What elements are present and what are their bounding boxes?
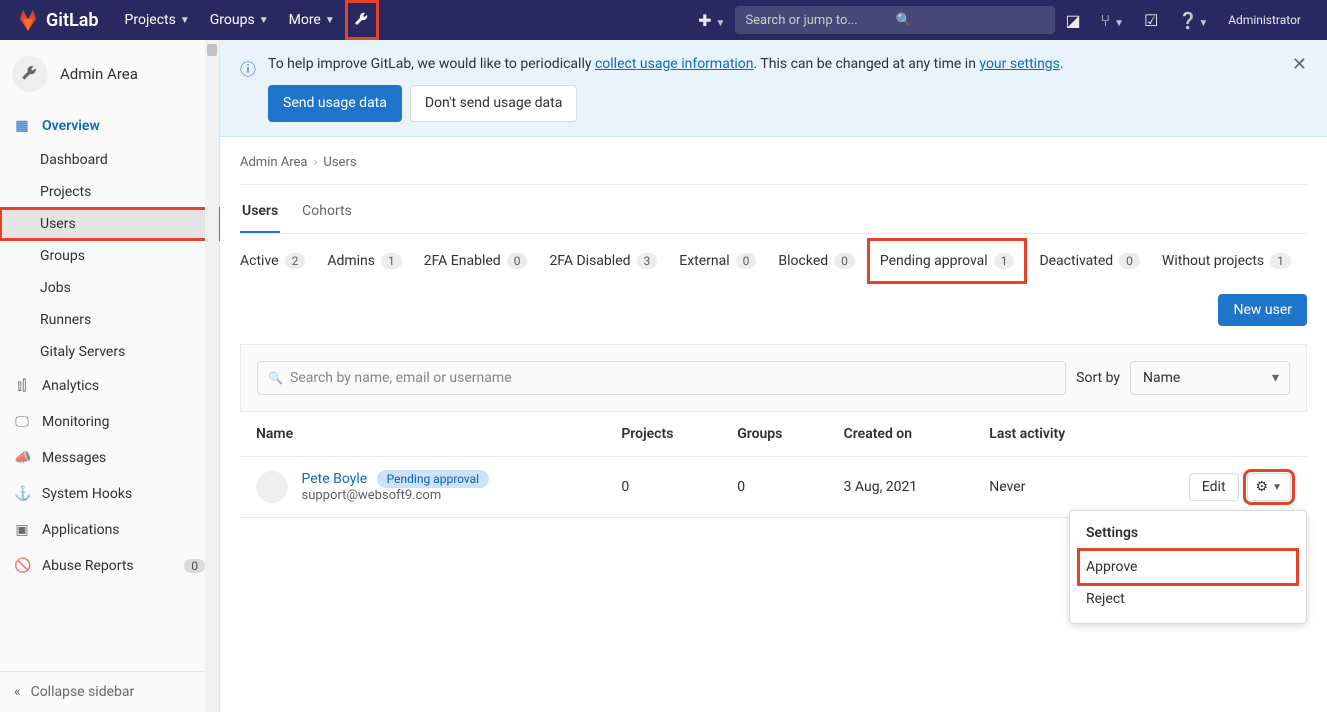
- abuse-icon: 🚫: [14, 558, 30, 574]
- collapse-sidebar[interactable]: «Collapse sidebar: [0, 671, 219, 712]
- gear-icon: ⚙: [1256, 479, 1269, 495]
- crumb-admin[interactable]: Admin Area: [240, 155, 308, 170]
- filter-without-projects[interactable]: Without projects1: [1162, 253, 1291, 269]
- col-projects: Projects: [605, 412, 721, 457]
- monitor-icon: 🖵: [14, 414, 30, 430]
- filter-admins[interactable]: Admins1: [327, 253, 401, 269]
- filter-deactivated[interactable]: Deactivated0: [1039, 253, 1139, 269]
- hook-icon: ⚓: [14, 486, 30, 502]
- nav-projects[interactable]: Projects▼: [115, 0, 200, 40]
- breadcrumb: Admin Area›Users: [240, 149, 1307, 185]
- tab-cohorts[interactable]: Cohorts: [300, 191, 354, 233]
- close-banner-icon[interactable]: ✕: [1292, 54, 1307, 75]
- nav-groups[interactable]: Groups▼: [200, 0, 279, 40]
- chevron-down-icon: ▼: [259, 15, 269, 26]
- cell-created: 3 Aug, 2021: [828, 457, 974, 518]
- sidebar-dashboard[interactable]: Dashboard: [0, 144, 219, 176]
- issues-icon[interactable]: ◪: [1055, 11, 1090, 30]
- sidebar-runners[interactable]: Runners: [0, 304, 219, 336]
- filter-2fa-enabled[interactable]: 2FA Enabled0: [424, 253, 528, 269]
- cell-last: Never: [973, 457, 1122, 518]
- sidebar-overview[interactable]: ▦Overview: [0, 108, 219, 144]
- sidebar-hooks[interactable]: ⚓System Hooks: [0, 476, 219, 512]
- filter-2fa-disabled[interactable]: 2FA Disabled3: [549, 253, 657, 269]
- chevron-down-icon: ▼: [1272, 482, 1282, 493]
- sort-label: Sort by: [1076, 370, 1120, 386]
- sidebar-title: Admin Area: [60, 65, 138, 83]
- sidebar-gitaly[interactable]: Gitaly Servers: [0, 336, 219, 368]
- pending-badge: Pending approval: [377, 470, 489, 488]
- sidebar-monitoring[interactable]: 🖵Monitoring: [0, 404, 219, 440]
- brand-label: GitLab: [46, 10, 99, 31]
- plus-icon[interactable]: ✚ ▼: [688, 11, 735, 30]
- col-name: Name: [240, 412, 605, 457]
- search-icon: 🔍: [895, 13, 1045, 28]
- user-name-link[interactable]: Pete Boyle: [301, 471, 367, 487]
- sidebar-jobs[interactable]: Jobs: [0, 272, 219, 304]
- apps-icon: ▣: [14, 522, 30, 538]
- gitlab-logo[interactable]: GitLab: [16, 8, 99, 32]
- chevron-down-icon: ▼: [325, 15, 335, 26]
- your-settings-link[interactable]: your settings: [979, 56, 1059, 72]
- merge-icon[interactable]: ⑂ ▼: [1091, 11, 1134, 30]
- admin-area-icon: [12, 56, 48, 92]
- user-settings-gear[interactable]: ⚙▼: [1247, 473, 1291, 501]
- user-search-input[interactable]: Search by name, email or username: [257, 361, 1066, 395]
- table-row: Pete Boyle Pending approval support@webs…: [240, 457, 1307, 518]
- settings-dropdown: Settings Approve Reject: [1069, 510, 1307, 624]
- filter-active[interactable]: Active2: [240, 253, 305, 269]
- sidebar-users[interactable]: Users: [0, 208, 219, 240]
- crumb-users: Users: [323, 155, 356, 170]
- dropdown-title: Settings: [1070, 519, 1306, 551]
- analytics-icon: ⫾⫿: [14, 378, 30, 394]
- banner-text: To help improve GitLab, we would like to…: [268, 56, 1064, 72]
- sidebar-abuse[interactable]: 🚫Abuse Reports0: [0, 548, 219, 584]
- cell-groups: 0: [721, 457, 827, 518]
- sidebar-messages[interactable]: 📣Messages: [0, 440, 219, 476]
- filter-pending-approval[interactable]: Pending approval1: [867, 238, 1028, 284]
- user-menu[interactable]: Administrator: [1218, 13, 1311, 27]
- nav-more[interactable]: More▼: [279, 0, 345, 40]
- cell-projects: 0: [605, 457, 721, 518]
- avatar: [256, 471, 288, 503]
- sidebar-groups[interactable]: Groups: [0, 240, 219, 272]
- overview-icon: ▦: [14, 118, 30, 134]
- sidebar-analytics[interactable]: ⫾⫿Analytics: [0, 368, 219, 404]
- approve-item[interactable]: Approve: [1080, 551, 1296, 583]
- sort-select[interactable]: Name: [1130, 361, 1290, 395]
- send-usage-button[interactable]: Send usage data: [268, 85, 402, 122]
- collapse-icon: «: [14, 684, 21, 700]
- reject-item[interactable]: Reject: [1070, 583, 1306, 615]
- edit-button[interactable]: Edit: [1189, 473, 1239, 501]
- sidebar-apps[interactable]: ▣Applications: [0, 512, 219, 548]
- help-icon[interactable]: ❔▼: [1168, 11, 1218, 30]
- col-last: Last activity: [973, 412, 1122, 457]
- col-groups: Groups: [721, 412, 827, 457]
- global-search[interactable]: Search or jump to... 🔍: [735, 6, 1055, 34]
- info-icon: ⓘ: [240, 56, 256, 80]
- admin-wrench-icon[interactable]: [345, 0, 379, 40]
- new-user-button[interactable]: New user: [1218, 294, 1307, 326]
- sidebar-projects[interactable]: Projects: [0, 176, 219, 208]
- search-placeholder: Search or jump to...: [745, 13, 895, 28]
- chevron-down-icon: ▼: [180, 15, 190, 26]
- dont-send-usage-button[interactable]: Don't send usage data: [410, 85, 577, 122]
- tab-users[interactable]: Users: [240, 191, 280, 233]
- todo-icon[interactable]: ☑: [1134, 11, 1168, 30]
- filter-external[interactable]: External0: [679, 253, 756, 269]
- user-email: support@websoft9.com: [301, 488, 441, 503]
- filter-blocked[interactable]: Blocked0: [778, 253, 854, 269]
- collect-usage-link[interactable]: collect usage information: [595, 56, 754, 72]
- col-created: Created on: [828, 412, 974, 457]
- abuse-count: 0: [184, 559, 205, 573]
- megaphone-icon: 📣: [14, 450, 30, 466]
